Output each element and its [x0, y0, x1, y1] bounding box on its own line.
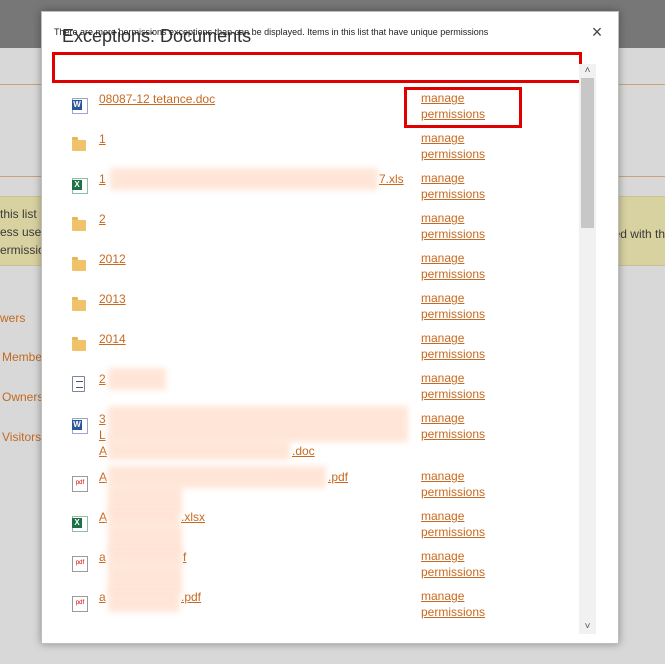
manage-permissions-link[interactable]: manage permissions [421, 290, 485, 322]
scroll-thumb[interactable] [581, 78, 594, 228]
manage-permissions-link[interactable]: manage permissions [421, 250, 485, 282]
redaction [108, 466, 326, 488]
redaction [108, 546, 182, 568]
file-link[interactable]: 2013 [99, 292, 126, 306]
redaction [108, 406, 408, 442]
excel-document-icon [72, 178, 88, 194]
file-link[interactable]: .doc [292, 444, 315, 458]
notice-highlight [52, 52, 582, 83]
file-link[interactable]: a [99, 550, 106, 564]
file-link[interactable]: .xlsx [181, 510, 205, 524]
file-link[interactable]: 2014 [99, 332, 126, 346]
manage-permissions-link[interactable]: manage permissions [421, 210, 485, 242]
text-document-icon [72, 376, 85, 392]
file-link[interactable]: .pdf [181, 590, 201, 604]
manage-permissions-link[interactable]: manage permissions [421, 130, 485, 162]
redaction [108, 506, 180, 528]
banner-text: ed with th [613, 227, 665, 241]
file-link[interactable]: 1 [99, 132, 106, 146]
file-link[interactable]: 1 [99, 172, 106, 186]
pdf-document-icon [72, 476, 88, 492]
nav-link[interactable]: Owners [2, 390, 43, 404]
scrollbar[interactable]: ˄ ˅ [579, 64, 596, 634]
manage-permissions-link[interactable]: manage permissions [421, 170, 485, 202]
exceptions-dialog: Exceptions: Documents × There are more p… [41, 11, 619, 644]
scroll-up-icon[interactable]: ˄ [579, 64, 596, 78]
nav-link[interactable]: Member [2, 350, 46, 364]
word-document-icon [72, 98, 88, 114]
pdf-document-icon [72, 556, 88, 572]
folder-icon [72, 257, 86, 271]
folder-icon [72, 337, 86, 351]
folder-icon [72, 137, 86, 151]
file-link[interactable]: 3 [99, 412, 106, 426]
manage-permissions-link[interactable]: manage permissions [421, 410, 485, 442]
redaction [110, 168, 378, 190]
folder-icon [72, 217, 86, 231]
folder-icon [72, 297, 86, 311]
file-link[interactable]: a [99, 590, 106, 604]
manage-permissions-link[interactable]: manage permissions [421, 508, 485, 540]
manage-permissions-link[interactable]: manage permissions [421, 370, 485, 402]
manage-permissions-link[interactable]: manage permissions [421, 330, 485, 362]
file-link[interactable]: A [99, 470, 107, 484]
pdf-document-icon [72, 596, 88, 612]
word-document-icon [72, 418, 88, 434]
redaction [108, 440, 290, 460]
manage-permissions-link[interactable]: manage permissions [421, 588, 485, 620]
file-link[interactable]: 2012 [99, 252, 126, 266]
file-link[interactable]: 7.xls [379, 172, 404, 186]
nav-link[interactable]: Visitors [2, 430, 41, 444]
scroll-down-icon[interactable]: ˅ [579, 620, 596, 634]
file-link[interactable]: 08087-12 tetance.doc [99, 92, 215, 106]
file-link[interactable]: f [183, 550, 186, 564]
manage-permissions-link[interactable]: manage permissions [421, 468, 485, 500]
manage-permissions-link[interactable]: manage permissions [421, 548, 485, 580]
file-link[interactable]: 2 [99, 372, 106, 386]
manage-permissions-link[interactable]: manage permissions [421, 90, 485, 122]
excel-document-icon [72, 516, 88, 532]
close-icon[interactable]: × [588, 22, 606, 42]
file-link[interactable]: 2 [99, 212, 106, 226]
redaction [108, 586, 180, 612]
file-link[interactable]: A [99, 510, 107, 524]
file-link[interactable]: A [99, 444, 107, 458]
file-link[interactable]: .pdf [328, 470, 348, 484]
notice-text: There are more permissions exceptions th… [54, 27, 489, 37]
nav-link[interactable]: wers [0, 311, 25, 325]
file-link[interactable]: L [99, 428, 106, 442]
redaction [108, 368, 166, 390]
